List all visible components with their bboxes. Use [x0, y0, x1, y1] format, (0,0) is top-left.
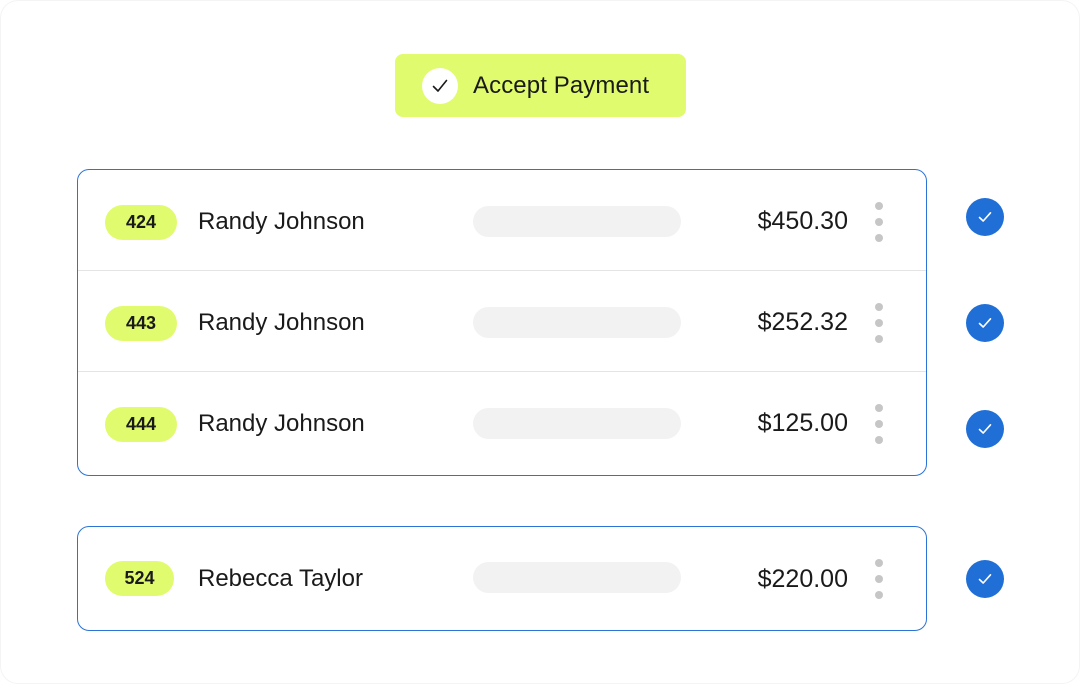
- invoice-id-badge: 444: [105, 407, 177, 442]
- placeholder-bar: [473, 562, 681, 593]
- more-options-icon[interactable]: [868, 404, 890, 444]
- payment-amount: $220.00: [757, 565, 848, 593]
- row-selected-check-icon[interactable]: [966, 410, 1004, 448]
- more-options-icon[interactable]: [868, 202, 890, 242]
- payer-name: Rebecca Taylor: [198, 565, 363, 592]
- more-options-icon[interactable]: [868, 559, 890, 599]
- placeholder-bar: [473, 307, 681, 338]
- accept-payment-button[interactable]: Accept Payment: [395, 54, 686, 117]
- payment-row[interactable]: 424 Randy Johnson $450.30: [78, 170, 926, 271]
- row-selected-check-icon[interactable]: [966, 560, 1004, 598]
- invoice-id-badge: 424: [105, 205, 177, 240]
- payment-group-card: 524 Rebecca Taylor $220.00: [77, 526, 927, 631]
- payment-row[interactable]: 524 Rebecca Taylor $220.00: [78, 527, 926, 629]
- invoice-id-badge: 443: [105, 306, 177, 341]
- payment-group-card: 424 Randy Johnson $450.30 443 Randy John…: [77, 169, 927, 476]
- more-options-icon[interactable]: [868, 303, 890, 343]
- payment-row[interactable]: 444 Randy Johnson $125.00: [78, 372, 926, 473]
- payment-canvas: Accept Payment 424 Randy Johnson $450.30…: [0, 0, 1080, 684]
- payment-amount: $125.00: [757, 409, 848, 437]
- payment-amount: $450.30: [757, 207, 848, 235]
- accept-payment-label: Accept Payment: [473, 71, 650, 99]
- placeholder-bar: [473, 408, 681, 439]
- payment-row[interactable]: 443 Randy Johnson $252.32: [78, 271, 926, 372]
- payer-name: Randy Johnson: [198, 208, 365, 235]
- row-selected-check-icon[interactable]: [966, 304, 1004, 342]
- payment-amount: $252.32: [757, 308, 848, 336]
- payer-name: Randy Johnson: [198, 410, 365, 437]
- check-icon: [422, 67, 458, 104]
- row-selected-check-icon[interactable]: [966, 198, 1004, 236]
- invoice-id-badge: 524: [105, 561, 174, 596]
- payer-name: Randy Johnson: [198, 309, 365, 336]
- placeholder-bar: [473, 206, 681, 237]
